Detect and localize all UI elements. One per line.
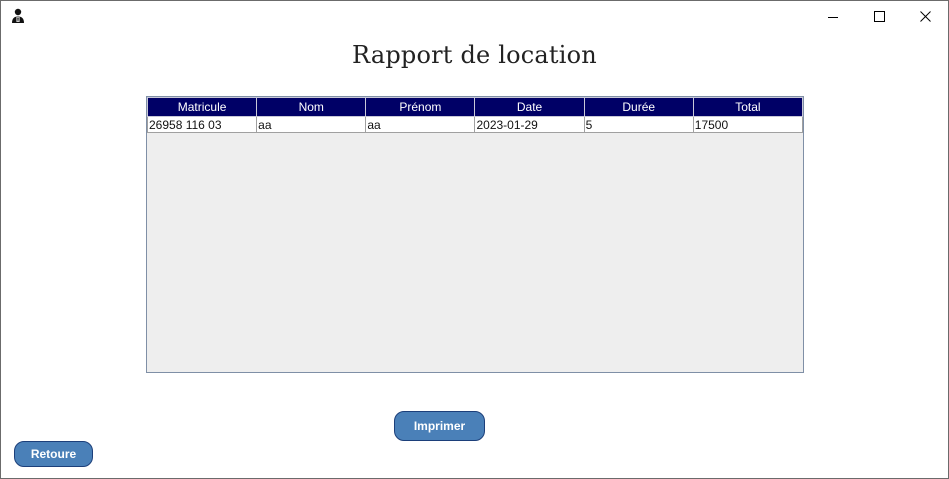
rental-report-table[interactable]: Matricule Nom Prénom Date Durée Total 26… <box>146 96 804 373</box>
maximize-button[interactable] <box>856 1 902 31</box>
column-header-matricule[interactable]: Matricule <box>146 97 258 117</box>
close-icon <box>919 7 931 26</box>
close-button[interactable] <box>902 1 948 31</box>
cell-total[interactable]: 17500 <box>692 116 804 133</box>
minimize-button[interactable] <box>810 1 856 31</box>
maximize-icon <box>873 7 885 26</box>
column-header-prenom[interactable]: Prénom <box>365 97 476 117</box>
table-row[interactable]: 26958 116 03 aa aa 2023-01-29 5 17500 <box>146 116 804 133</box>
cell-matricule[interactable]: 26958 116 03 <box>146 116 258 133</box>
cell-nom[interactable]: aa <box>256 116 367 133</box>
app-window: Rapport de location Matricule Nom Prénom… <box>0 0 949 479</box>
print-button[interactable]: Imprimer <box>394 411 485 441</box>
minimize-icon <box>828 7 838 26</box>
cell-duree[interactable]: 5 <box>583 116 694 133</box>
cell-date[interactable]: 2023-01-29 <box>474 116 585 133</box>
column-header-total[interactable]: Total <box>692 97 804 117</box>
column-header-duree[interactable]: Durée <box>583 97 694 117</box>
page-title: Rapport de location <box>352 41 597 69</box>
back-button[interactable]: Retoure <box>14 441 93 467</box>
column-header-nom[interactable]: Nom <box>256 97 367 117</box>
table-header-row: Matricule Nom Prénom Date Durée Total <box>146 97 804 117</box>
report-table: Matricule Nom Prénom Date Durée Total 26… <box>146 97 804 133</box>
cell-prenom[interactable]: aa <box>365 116 476 133</box>
column-header-date[interactable]: Date <box>474 97 585 117</box>
title-bar[interactable] <box>1 1 948 31</box>
user-icon <box>10 8 26 24</box>
